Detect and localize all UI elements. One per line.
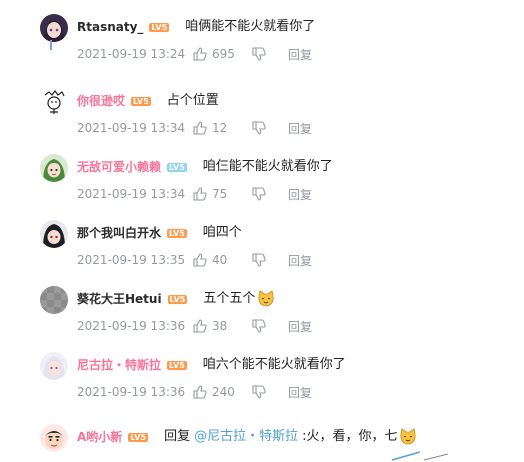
comment-header: 那个我叫白开水 LV5 咱四个 [77, 223, 242, 243]
comment-text: 咱俩能不能火就看你了 [185, 19, 316, 34]
level-badge: LV5 [149, 22, 170, 32]
comment-meta: 2021-09-19 13:34 12 回复 [77, 119, 312, 137]
comment-item: Rtasnaty_ LV5 咱俩能不能火就看你了 2021-09-19 13:2… [0, 6, 524, 72]
level-badge: LV5 [131, 96, 151, 106]
timestamp: 2021-09-19 13:36 [77, 319, 186, 333]
comment-text: 五个五个 [203, 291, 256, 306]
thumbs-down-icon [252, 253, 266, 267]
reply-button[interactable]: 回复 [288, 252, 312, 269]
sketch-avatar[interactable] [40, 88, 68, 116]
comment-header: 你很逊哎 LV5 占个位置 [77, 91, 219, 111]
thumbs-down-icon [252, 385, 266, 399]
thumbs-down-icon [252, 47, 266, 61]
level-badge: LV5 [167, 162, 187, 172]
comment-meta: 2021-09-19 13:34 75 回复 [77, 185, 312, 203]
comment-item: 你很逊哎 LV5 占个位置 2021-09-19 13:34 12 回复 [0, 80, 524, 146]
like-count: 40 [212, 253, 228, 267]
thumbs-up-icon [193, 187, 207, 201]
thumbs-up-icon [193, 385, 207, 399]
comment-header: 葵花大王Hetui LV5 五个五个 [77, 289, 275, 309]
reply-prefix: 回复 [164, 429, 191, 444]
comment-header: 尼古拉・特斯拉 LV5 咱六个能不能火就看你了 [77, 355, 346, 375]
dislike-button[interactable] [252, 187, 288, 201]
like-button[interactable]: 240 [193, 385, 252, 399]
white-hair-avatar[interactable] [40, 352, 68, 380]
comment-item: 无敌可爱小赖赖 LV5 咱仨能不能火就看你了 2021-09-19 13:34 … [0, 146, 524, 212]
gray-avatar[interactable] [40, 286, 68, 314]
comment-item: 那个我叫白开水 LV5 咱四个 2021-09-19 13:35 40 回复 [0, 212, 524, 278]
username[interactable]: A哟小新 [77, 428, 122, 446]
green-hair-avatar[interactable] [40, 154, 68, 182]
avatar-pendant [50, 40, 52, 50]
username[interactable]: 你很逊哎 [77, 92, 125, 110]
reply-button[interactable]: 回复 [288, 46, 312, 63]
comment-feed: Rtasnaty_ LV5 咱俩能不能火就看你了 2021-09-19 13:2… [0, 0, 524, 462]
like-button[interactable]: 75 [193, 187, 252, 201]
decorative-stroke [391, 451, 449, 461]
timestamp: 2021-09-19 13:24 [77, 47, 186, 61]
like-count: 12 [212, 121, 228, 135]
shinchan-avatar[interactable] [40, 424, 68, 452]
dislike-button[interactable] [252, 121, 288, 135]
thumbs-up-icon [193, 319, 207, 333]
thumbs-down-icon [252, 319, 266, 333]
dislike-button[interactable] [252, 253, 288, 267]
level-badge: LV5 [167, 228, 187, 238]
username[interactable]: 葵花大王Hetui [77, 290, 162, 308]
dislike-button[interactable] [252, 319, 288, 333]
reply-button[interactable]: 回复 [288, 318, 312, 335]
dislike-button[interactable] [252, 385, 288, 399]
comment-meta: 2021-09-19 13:36 38 回复 [77, 317, 312, 335]
level-badge: LV5 [128, 432, 149, 442]
like-count: 695 [212, 47, 235, 61]
like-count: 240 [212, 385, 235, 399]
timestamp: 2021-09-19 13:34 [77, 187, 186, 201]
mention-link[interactable]: @尼古拉・特斯拉 [194, 428, 298, 446]
dislike-button[interactable] [252, 47, 288, 61]
like-button[interactable]: 12 [193, 121, 252, 135]
dark-hair-avatar[interactable] [40, 220, 68, 248]
level-badge: LV5 [167, 360, 187, 370]
reply-button[interactable]: 回复 [288, 384, 312, 401]
level-badge: LV5 [167, 294, 188, 304]
username[interactable]: 尼古拉・特斯拉 [77, 356, 161, 374]
comment-meta: 2021-09-19 13:24 695 回复 [77, 45, 312, 63]
comment-text: 占个位置 [166, 93, 219, 108]
username[interactable]: Rtasnaty_ [77, 18, 143, 36]
anime-girl-avatar[interactable] [40, 14, 68, 42]
cat-face-emoji [258, 290, 274, 307]
like-button[interactable]: 40 [193, 253, 252, 267]
username[interactable]: 无敌可爱小赖赖 [77, 158, 161, 176]
comment-text: 咱四个 [202, 225, 242, 240]
comment-meta: 2021-09-19 13:35 40 回复 [77, 251, 312, 269]
thumbs-up-icon [193, 253, 207, 267]
timestamp: 2021-09-19 13:36 [77, 385, 186, 399]
comment-text: :火，看，你，七 [302, 429, 398, 444]
comment-meta: 2021-09-19 13:36 240 回复 [77, 383, 312, 401]
comment-text: 咱仨能不能火就看你了 [202, 159, 333, 174]
comment-item: 尼古拉・特斯拉 LV5 咱六个能不能火就看你了 2021-09-19 13:36… [0, 344, 524, 410]
comment-header: A哟小新 LV5 回复 @尼古拉・特斯拉 :火，看，你，七 [77, 427, 417, 447]
comment-header: Rtasnaty_ LV5 咱俩能不能火就看你了 [77, 17, 315, 37]
timestamp: 2021-09-19 13:35 [77, 253, 186, 267]
cat-face-emoji [400, 428, 416, 445]
like-button[interactable]: 695 [193, 47, 252, 61]
username[interactable]: 那个我叫白开水 [77, 224, 161, 242]
reply-button[interactable]: 回复 [288, 186, 312, 203]
thumbs-down-icon [252, 121, 266, 135]
comment-text: 咱六个能不能火就看你了 [202, 357, 346, 372]
thumbs-down-icon [252, 187, 266, 201]
thumbs-up-icon [193, 47, 207, 61]
like-count: 38 [212, 319, 228, 333]
timestamp: 2021-09-19 13:34 [77, 121, 186, 135]
comment-header: 无敌可爱小赖赖 LV5 咱仨能不能火就看你了 [77, 157, 333, 177]
reply-button[interactable]: 回复 [288, 120, 312, 137]
comment-item: 葵花大王Hetui LV5 五个五个 2021-09-19 13:36 38 回… [0, 278, 524, 344]
like-count: 75 [212, 187, 228, 201]
thumbs-up-icon [193, 121, 207, 135]
like-button[interactable]: 38 [193, 319, 252, 333]
